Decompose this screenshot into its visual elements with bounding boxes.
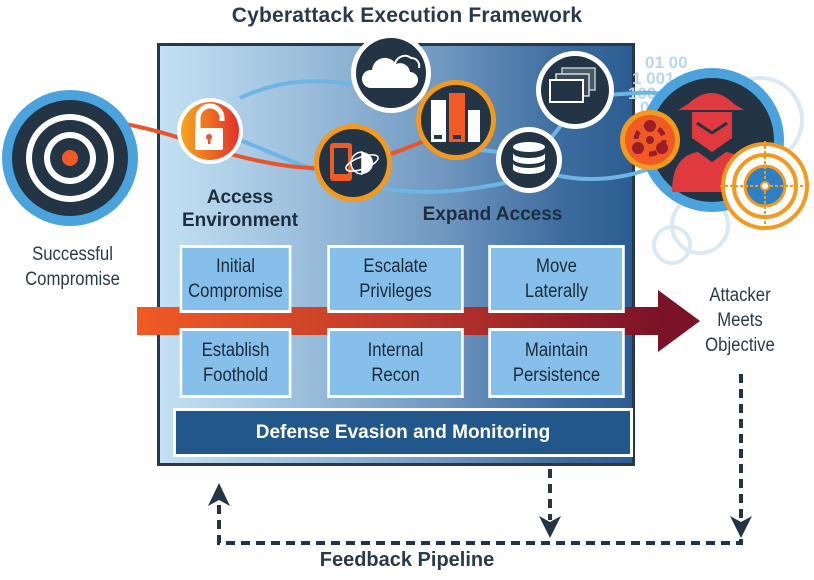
database-icon bbox=[496, 127, 562, 193]
feedback-pipeline-lines bbox=[217, 372, 743, 545]
stage-access-line1: Access bbox=[206, 187, 274, 208]
step-establish-foothold: Establish Foothold bbox=[179, 328, 292, 398]
attacker-meets-objective-label: Attacker Meets Objective bbox=[705, 285, 775, 356]
cloud-icon bbox=[351, 33, 431, 113]
step-move-laterally: Move Laterally bbox=[488, 245, 625, 313]
arrow-up-icon bbox=[208, 483, 230, 506]
windows-icon bbox=[536, 51, 614, 129]
mobile-globe-icon bbox=[314, 124, 392, 202]
step-maintain-persistence: Maintain Persistence bbox=[488, 328, 625, 398]
stage-access-environment: Access Environment bbox=[170, 186, 310, 232]
unlocked-padlock-icon bbox=[177, 98, 243, 164]
feedback-pipeline-label: Feedback Pipeline bbox=[319, 549, 495, 571]
arrow-down-icon bbox=[730, 516, 752, 538]
stage-expand-access: Expand Access bbox=[422, 204, 563, 225]
defense-evasion-bar: Defense Evasion and Monitoring bbox=[173, 408, 633, 457]
step-escalate-privileges: Escalate Privileges bbox=[327, 245, 464, 313]
biohazard-icon bbox=[620, 110, 680, 170]
successful-compromise-label: Successful Compromise bbox=[25, 244, 120, 290]
step-internal-recon: Internal Recon bbox=[327, 328, 464, 398]
servers-icon bbox=[416, 80, 496, 160]
stage-access-line2: Environment bbox=[181, 210, 299, 231]
feedback-arrowheads bbox=[208, 483, 752, 538]
bullseye-target-icon bbox=[2, 90, 138, 226]
step-initial-compromise: Initial Compromise bbox=[179, 245, 292, 313]
